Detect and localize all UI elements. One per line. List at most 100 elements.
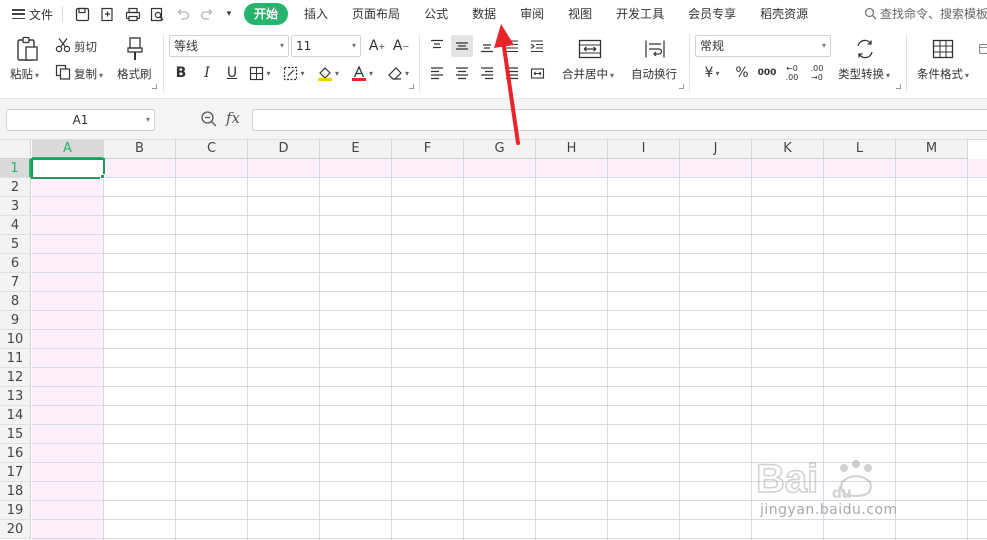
column-header-b[interactable]: B	[104, 140, 176, 159]
export-pdf-icon[interactable]	[95, 3, 120, 25]
align-center-icon[interactable]	[451, 62, 473, 84]
column-header-c[interactable]: C	[176, 140, 248, 159]
formula-input[interactable]	[252, 109, 987, 131]
paste-button[interactable]: 粘贴 ▾	[10, 66, 39, 82]
insert-function-button[interactable]: fx	[226, 109, 240, 127]
cut-icon[interactable]	[54, 36, 72, 54]
tab-page-layout[interactable]: 页面布局	[340, 3, 412, 25]
undo-icon[interactable]	[170, 3, 195, 25]
conditional-format-icon[interactable]	[930, 36, 956, 62]
align-middle-icon[interactable]	[451, 35, 473, 57]
type-convert-icon[interactable]	[852, 36, 878, 62]
format-painter-icon[interactable]	[122, 34, 148, 64]
clipboard-group-corner[interactable]	[152, 84, 157, 89]
font-size-select[interactable]: 11 ▾	[291, 35, 361, 57]
increase-font-icon[interactable]: A +	[366, 35, 388, 57]
cut-button[interactable]: 剪切	[74, 39, 97, 55]
currency-button[interactable]: ¥ ▾	[699, 62, 725, 84]
command-search[interactable]: 查找命令、搜索模板	[864, 5, 987, 22]
select-all-corner[interactable]	[0, 140, 31, 159]
row-header-15[interactable]: 15	[0, 425, 31, 444]
underline-icon[interactable]: U	[221, 62, 243, 84]
tab-docer[interactable]: 稻壳资源	[748, 3, 820, 25]
tab-insert[interactable]: 插入	[292, 3, 340, 25]
column-header-i[interactable]: I	[608, 140, 680, 159]
row-header-5[interactable]: 5	[0, 235, 31, 254]
font-color-icon[interactable]: ▾	[348, 62, 376, 84]
column-header-f[interactable]: F	[392, 140, 464, 159]
file-menu-button[interactable]: 文件	[6, 3, 59, 25]
merge-center-button[interactable]: 合并居中 ▾	[562, 66, 614, 82]
print-icon[interactable]	[120, 3, 145, 25]
column-header-j[interactable]: J	[680, 140, 752, 159]
chevron-down-icon: ▾	[145, 115, 150, 124]
table-style-icon[interactable]	[979, 36, 987, 62]
paste-icon[interactable]	[12, 34, 42, 64]
conditional-format-button[interactable]: 条件格式 ▾	[917, 66, 969, 82]
tab-developer[interactable]: 开发工具	[604, 3, 676, 25]
align-top-icon[interactable]	[426, 35, 448, 57]
row-header-2[interactable]: 2	[0, 178, 31, 197]
clear-format-icon[interactable]: ▾	[384, 62, 412, 84]
row-header-10[interactable]: 10	[0, 330, 31, 349]
wrap-text-icon[interactable]	[642, 36, 668, 62]
decrease-decimal-icon[interactable]: .00 →0	[806, 62, 828, 84]
tab-home[interactable]: 开始	[244, 3, 289, 25]
row-header-11[interactable]: 11	[0, 349, 31, 368]
number-format-select[interactable]: 常规 ▾	[695, 35, 831, 57]
column-header-m[interactable]: M	[896, 140, 968, 159]
number-group-corner[interactable]	[896, 84, 901, 89]
tab-view[interactable]: 视图	[556, 3, 604, 25]
print-preview-icon[interactable]	[145, 3, 170, 25]
fill-color-icon[interactable]: ▾	[314, 62, 342, 84]
copy-button[interactable]: 复制 ▾	[74, 66, 103, 82]
cell-style-icon[interactable]: ▾	[280, 62, 308, 84]
save-icon[interactable]	[70, 3, 95, 25]
type-convert-button[interactable]: 类型转换 ▾	[838, 66, 890, 82]
row-header-13[interactable]: 13	[0, 387, 31, 406]
row-header-6[interactable]: 6	[0, 254, 31, 273]
row-header-9[interactable]: 9	[0, 311, 31, 330]
column-header-e[interactable]: E	[320, 140, 392, 159]
bold-icon[interactable]: B	[170, 62, 192, 84]
format-painter-button[interactable]: 格式刷	[117, 66, 152, 82]
column-header-k[interactable]: K	[752, 140, 824, 159]
row-header-17[interactable]: 17	[0, 463, 31, 482]
copy-icon[interactable]	[54, 63, 72, 81]
column-header-l[interactable]: L	[824, 140, 896, 159]
row-header-19[interactable]: 19	[0, 501, 31, 520]
fill-handle[interactable]	[100, 174, 105, 179]
thousands-button[interactable]: 000	[756, 62, 778, 84]
font-name-select[interactable]: 等线 ▾	[169, 35, 289, 57]
chevron-down-icon[interactable]: ▾	[220, 3, 238, 25]
wrap-text-button[interactable]: 自动换行	[631, 66, 677, 82]
decrease-font-icon[interactable]: A −	[390, 35, 412, 57]
tab-member[interactable]: 会员专享	[676, 3, 748, 25]
zoom-icon[interactable]	[200, 110, 218, 128]
row-header-18[interactable]: 18	[0, 482, 31, 501]
name-box[interactable]: A1 ▾	[6, 109, 155, 131]
row-header-3[interactable]: 3	[0, 197, 31, 216]
row-header-14[interactable]: 14	[0, 406, 31, 425]
column-header-d[interactable]: D	[248, 140, 320, 159]
row-header-20[interactable]: 20	[0, 520, 31, 539]
selected-cell-a1[interactable]	[31, 158, 105, 179]
increase-decimal-icon[interactable]: ←0.00	[781, 62, 803, 84]
alignment-group-corner[interactable]	[679, 84, 684, 89]
font-group-corner[interactable]	[409, 84, 414, 89]
row-header-7[interactable]: 7	[0, 273, 31, 292]
tab-formulas[interactable]: 公式	[412, 3, 460, 25]
percent-button[interactable]: %	[731, 62, 753, 84]
row-header-8[interactable]: 8	[0, 292, 31, 311]
row-header-4[interactable]: 4	[0, 216, 31, 235]
row-header-12[interactable]: 12	[0, 368, 31, 387]
column-header-h[interactable]: H	[536, 140, 608, 159]
merge-center-icon[interactable]	[576, 36, 604, 62]
redo-icon[interactable]	[195, 3, 220, 25]
row-header-16[interactable]: 16	[0, 444, 31, 463]
align-left-icon[interactable]	[426, 62, 448, 84]
italic-icon[interactable]: I	[196, 62, 218, 84]
borders-icon[interactable]: ▾	[246, 62, 274, 84]
column-header-a[interactable]: A	[32, 140, 104, 159]
row-header-1[interactable]: 1	[0, 159, 31, 178]
